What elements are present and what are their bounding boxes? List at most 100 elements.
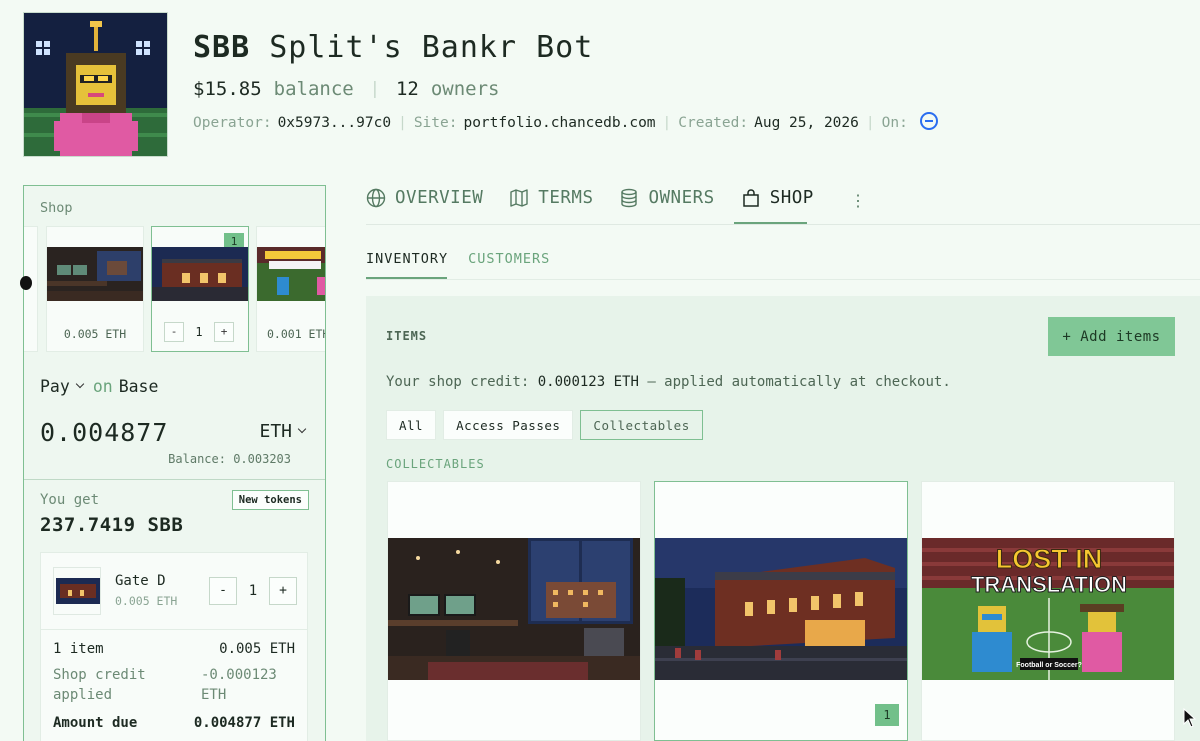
shop-credit-note: Your shop credit: 0.000123 ETH — applied… [386, 374, 951, 390]
site-label: Site: [413, 115, 458, 131]
currency-label: ETH [259, 421, 292, 442]
tab-owners[interactable]: OWNERS [619, 185, 714, 211]
cart-quantity-stepper: - 1 + [209, 577, 297, 605]
stadium-night-image [655, 538, 907, 680]
stadium-night-thumb [152, 247, 248, 301]
item-card[interactable] [387, 481, 641, 741]
add-items-button[interactable]: + Add items [1048, 317, 1175, 356]
decrement-button[interactable]: - [209, 577, 237, 605]
carousel-stepper: - 1 + [164, 322, 234, 342]
items-total: 0.005 ETH [219, 641, 295, 657]
tab-label: OVERVIEW [395, 188, 484, 208]
purchase-panel: Shop 0.005 ETH 1 - 1 + 0.001 ETH Pay on … [20, 185, 326, 741]
divider [366, 224, 1200, 225]
cart-summary: Gate D 0.005 ETH - 1 + 1 item 0.005 ETH … [40, 552, 308, 741]
amount-due-row: Amount due 0.004877 ETH [53, 715, 295, 731]
divider [41, 629, 307, 630]
pay-selector[interactable]: Pay [40, 377, 70, 396]
carousel-card-selected[interactable]: 1 - 1 + [151, 226, 249, 352]
quantity-value: 1 [248, 583, 258, 599]
carousel-card[interactable]: 0.001 ETH [256, 226, 325, 352]
carousel-card[interactable]: 0.005 ETH [46, 226, 144, 352]
amount-due-label: Amount due [53, 715, 138, 731]
balance-label: balance [273, 78, 354, 100]
credit-row: Shop credit applied -0.000123 ETH [53, 665, 295, 705]
tab-inventory[interactable]: INVENTORY [366, 251, 448, 267]
tab-customers[interactable]: CUSTOMERS [468, 251, 550, 267]
new-tokens-badge: New tokens [231, 490, 309, 510]
credit-value: -0.000123 ETH [201, 667, 277, 703]
database-icon [621, 188, 638, 208]
pay-amount-input[interactable]: 0.004877 [40, 418, 168, 447]
pay-row: Pay on Base [40, 377, 158, 396]
carousel-price: 0.001 ETH [267, 327, 325, 341]
base-chain-icon[interactable] [919, 112, 938, 130]
items-grid: 1 LOST IN TRANSLATION Football or Soccer… [387, 481, 1175, 741]
divider [366, 279, 1200, 280]
cart-item-name: Gate D [115, 573, 166, 589]
bot-name: Split's Bankr Bot [269, 30, 594, 65]
section-label: COLLECTABLES [386, 457, 485, 471]
operator-label: Operator: [193, 115, 272, 131]
cart-item-price: 0.005 ETH [115, 594, 178, 608]
chain-label: On: [881, 115, 908, 131]
divider [24, 479, 325, 480]
chevron-down-icon [297, 424, 307, 433]
shop-carousel[interactable]: 0.005 ETH 1 - 1 + 0.001 ETH [24, 226, 325, 352]
tab-label: OWNERS [648, 188, 715, 208]
items-title: ITEMS [386, 329, 428, 343]
items-count: 1 item [53, 641, 104, 657]
svg-text:Football or Soccer?: Football or Soccer? [1016, 662, 1082, 669]
lost-in-translation-thumb [257, 247, 325, 301]
quantity-value: 1 [195, 325, 203, 339]
stats-divider: | [369, 79, 380, 99]
main-tabs: OVERVIEW TERMS OWNERS SHOP [366, 185, 840, 211]
balance-value: $15.85 [193, 78, 262, 100]
owners-label: owners [430, 78, 500, 100]
currency-selector[interactable]: ETH [259, 421, 307, 442]
bot-avatar [23, 12, 168, 157]
sub-tabs: INVENTORY CUSTOMERS [366, 251, 570, 267]
filter-all[interactable]: All [386, 410, 437, 440]
carousel-price: 0.005 ETH [63, 327, 127, 341]
filter-access-passes[interactable]: Access Passes [443, 410, 574, 440]
wallet-balance: Balance: 0.003203 [168, 452, 291, 466]
subtotal-row: 1 item 0.005 ETH [53, 641, 295, 657]
you-get-label: You get [40, 492, 100, 508]
svg-text:LOST IN: LOST IN [996, 544, 1103, 574]
amount-due-value: 0.004877 ETH [193, 715, 295, 731]
tab-shop[interactable]: SHOP [741, 185, 814, 211]
site-link[interactable]: portfolio.chancedb.com [463, 115, 655, 131]
operator-address[interactable]: 0x5973...97c0 [278, 115, 392, 131]
shop-credit-value: 0.000123 ETH [537, 374, 639, 390]
decrement-button[interactable]: - [164, 322, 184, 342]
chevron-down-icon[interactable] [75, 379, 85, 388]
created-date: Aug 25, 2026 [754, 115, 859, 131]
tab-label: TERMS [538, 188, 594, 208]
quantity-badge: 1 [875, 704, 899, 726]
increment-button[interactable]: + [269, 577, 297, 605]
item-card[interactable]: LOST IN TRANSLATION Football or Soccer? [921, 481, 1175, 741]
filter-chips: All Access Passes Collectables [386, 410, 710, 440]
bot-ticker: SBB [193, 30, 251, 65]
more-options-icon[interactable]: ⋮ [850, 191, 866, 210]
globe-icon [366, 188, 386, 208]
owners-count: 12 [395, 78, 419, 100]
receive-amount: 237.7419 SBB [40, 514, 184, 536]
page-title: SBB Split's Bankr Bot [193, 30, 593, 65]
shopping-bag-icon [742, 189, 759, 207]
tab-terms[interactable]: TERMS [509, 185, 593, 211]
carousel-scroll-handle[interactable] [20, 276, 32, 290]
item-card-selected[interactable]: 1 [654, 481, 908, 741]
on-label: on [92, 377, 113, 396]
svg-text:TRANSLATION: TRANSLATION [971, 572, 1127, 597]
tab-label: SHOP [769, 188, 814, 208]
network-name: Base [118, 377, 159, 396]
room-night-image [388, 538, 640, 680]
tab-overview[interactable]: OVERVIEW [366, 185, 483, 211]
cart-item-thumb [53, 567, 101, 615]
increment-button[interactable]: + [214, 322, 234, 342]
filter-collectables[interactable]: Collectables [580, 410, 703, 440]
cart-item: Gate D 0.005 ETH - 1 + [53, 567, 297, 615]
credit-label: Shop credit applied [53, 667, 146, 703]
